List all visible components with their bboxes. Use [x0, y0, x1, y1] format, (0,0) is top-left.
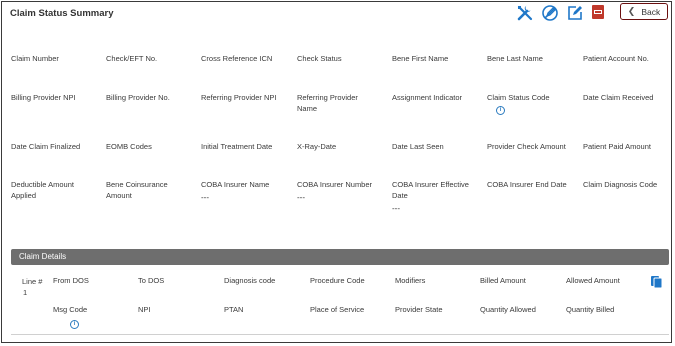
label-claim-status-code: Claim Status Code	[487, 93, 550, 102]
label-bene-first-name: Bene First Name	[392, 54, 449, 63]
label-initial-treatment-date: Initial Treatment Date	[201, 142, 273, 151]
label-msg-code: Msg Code	[53, 305, 88, 314]
label-bene-last-name: Bene Last Name	[487, 54, 543, 63]
label-coba-insurer-number: COBA Insurer Number	[297, 180, 373, 189]
label-cross-reference-icn: Cross Reference ICN	[201, 54, 273, 63]
line-number: Line # 1	[22, 276, 42, 298]
label-quantity-allowed: Quantity Allowed	[480, 305, 536, 314]
value-coba-insurer-name: ---	[201, 193, 209, 202]
info-icon[interactable]: i	[70, 320, 79, 329]
label-deductible-amount-applied: Deductible Amount Applied	[11, 180, 74, 200]
label-date-last-seen: Date Last Seen	[392, 142, 444, 151]
label-modifiers: Modifiers	[395, 276, 426, 285]
label-from-dos: From DOS	[53, 276, 89, 285]
label-check-eft-no: Check/EFT No.	[106, 54, 158, 63]
info-icon[interactable]: i	[496, 106, 505, 115]
label-billed-amount: Billed Amount	[480, 276, 526, 285]
label-procedure-code: Procedure Code	[310, 276, 365, 285]
label-coba-insurer-end-date: COBA Insurer End Date	[487, 180, 567, 189]
label-provider-check-amount: Provider Check Amount	[487, 142, 566, 151]
label-provider-state: Provider State	[395, 305, 443, 314]
label-allowed-amount: Allowed Amount	[566, 276, 620, 285]
edit-icon[interactable]	[566, 4, 584, 22]
line-number-value: 1	[23, 288, 28, 297]
label-assignment-indicator: Assignment Indicator	[392, 93, 463, 102]
back-label: Back	[641, 6, 661, 17]
line-number-label: Line #	[22, 277, 43, 286]
label-ptan: PTAN	[224, 305, 244, 314]
label-billing-provider-no: Billing Provider No.	[106, 93, 170, 102]
chevron-left-icon: ❮	[627, 6, 636, 16]
label-date-claim-received: Date Claim Received	[583, 93, 654, 102]
copy-icon[interactable]	[651, 274, 663, 289]
back-button[interactable]: ❮ Back	[620, 3, 668, 20]
divider	[11, 334, 669, 335]
label-billing-provider-npi: Billing Provider NPI	[11, 93, 76, 102]
label-bene-coinsurance-amount: Bene Coinsurance Amount	[106, 180, 168, 200]
no-edit-icon[interactable]	[541, 4, 559, 22]
label-diagnosis-code: Diagnosis code	[224, 276, 276, 285]
value-coba-insurer-number: ---	[297, 193, 305, 202]
label-date-claim-finalized: Date Claim Finalized	[11, 142, 81, 151]
tools-icon[interactable]	[516, 4, 534, 22]
label-patient-paid-amount: Patient Paid Amount	[583, 142, 651, 151]
label-coba-insurer-name: COBA Insurer Name	[201, 180, 270, 189]
page-title: Claim Status Summary	[10, 8, 114, 19]
label-referring-provider-name: Referring Provider Name	[297, 93, 358, 113]
label-check-status: Check Status	[297, 54, 342, 63]
label-patient-account-no: Patient Account No.	[583, 54, 649, 63]
label-claim-diagnosis-code: Claim Diagnosis Code	[583, 180, 658, 189]
label-claim-number: Claim Number	[11, 54, 59, 63]
label-quantity-billed: Quantity Billed	[566, 305, 615, 314]
label-place-of-service: Place of Service	[310, 305, 365, 314]
value-coba-insurer-effective-date: ---	[392, 204, 400, 213]
label-xray-date: X-Ray-Date	[297, 142, 337, 151]
label-to-dos: To DOS	[138, 276, 165, 285]
label-npi: NPI	[138, 305, 151, 314]
label-eomb-codes: EOMB Codes	[106, 142, 152, 151]
label-referring-provider-npi: Referring Provider NPI	[201, 93, 277, 102]
claim-details-header[interactable]: Claim Details	[11, 249, 669, 265]
pdf-icon[interactable]	[592, 5, 604, 19]
label-coba-insurer-effective-date: COBA Insurer Effective Date	[392, 180, 469, 200]
